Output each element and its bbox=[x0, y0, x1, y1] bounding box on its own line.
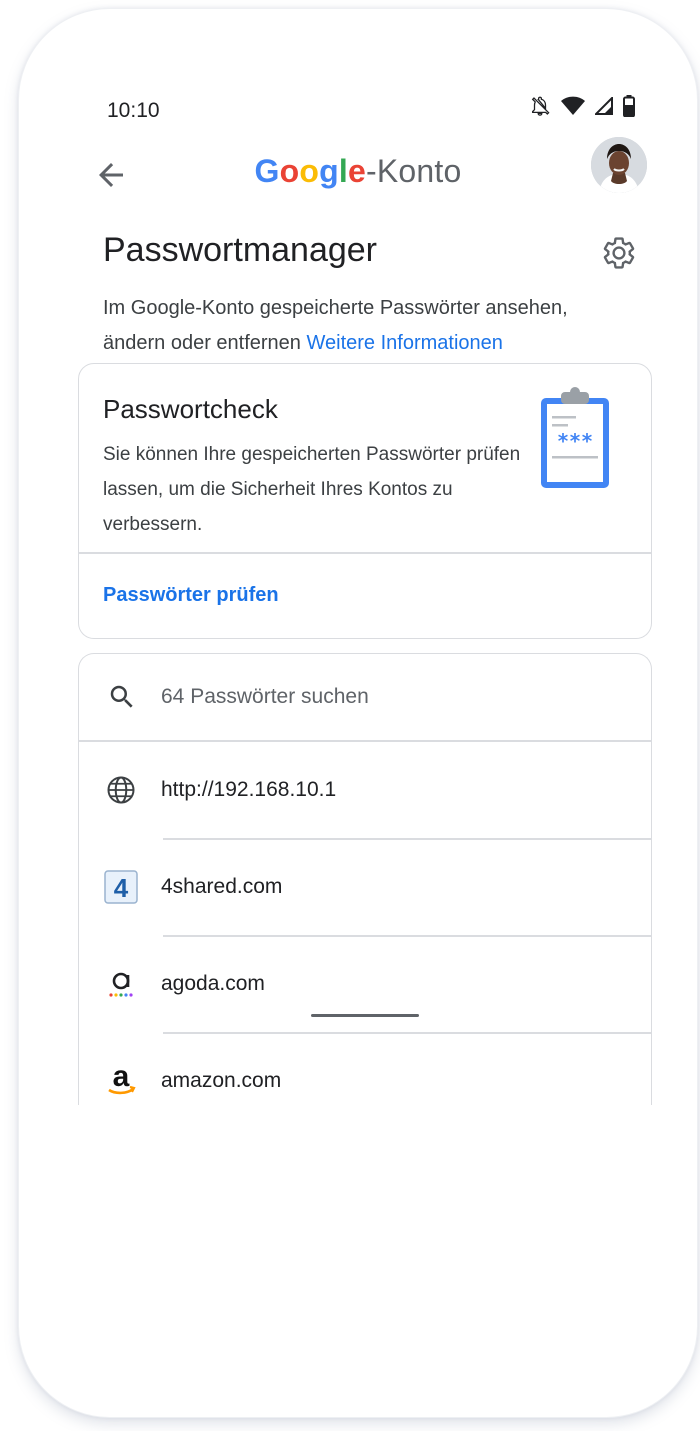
avatar-photo-icon bbox=[591, 137, 647, 193]
password-item-label: http://192.168.10.1 bbox=[161, 778, 337, 801]
wifi-icon bbox=[561, 96, 585, 116]
page-title: Passwortmanager bbox=[103, 231, 378, 269]
password-item-192-168-10-1[interactable]: http://192.168.10.1 bbox=[79, 742, 651, 838]
app-title-suffix: -Konto bbox=[365, 153, 462, 189]
password-item-label: amazon.com bbox=[161, 1069, 282, 1092]
svg-text:a: a bbox=[113, 1064, 130, 1093]
google-wordmark: Google bbox=[254, 153, 366, 189]
battery-icon bbox=[623, 95, 635, 117]
signal-icon bbox=[595, 97, 613, 115]
4shared-logo-icon: 4 bbox=[103, 869, 139, 905]
globe-icon bbox=[103, 772, 139, 808]
status-icons bbox=[529, 95, 635, 117]
card-divider bbox=[79, 552, 651, 554]
status-time: 10:10 bbox=[107, 99, 160, 122]
gear-icon bbox=[603, 237, 635, 269]
clipboard-asterisks: *** bbox=[557, 429, 593, 453]
password-list-card: 64 Passwörter suchen http://192.168.10.1… bbox=[78, 653, 652, 1105]
search-field[interactable]: 64 Passwörter suchen bbox=[79, 654, 651, 740]
check-passwords-button[interactable]: Passwörter prüfen bbox=[103, 584, 279, 607]
password-check-title: Passwortcheck bbox=[103, 394, 278, 424]
amazon-logo-icon: a bbox=[103, 1063, 139, 1099]
search-icon bbox=[110, 685, 133, 708]
account-avatar[interactable] bbox=[591, 137, 647, 193]
search-placeholder: 64 Passwörter suchen bbox=[161, 685, 369, 708]
password-check-card: Passwortcheck Sie können Ihre gespeicher… bbox=[78, 363, 652, 639]
password-item-label: 4shared.com bbox=[161, 875, 283, 898]
svg-text:4: 4 bbox=[114, 873, 129, 903]
settings-button[interactable] bbox=[601, 235, 637, 271]
password-item-4shared[interactable]: 4 4shared.com bbox=[79, 839, 651, 935]
password-item-amazon-com[interactable]: a amazon.com bbox=[79, 1033, 651, 1105]
learn-more-link[interactable]: Weitere Informationen bbox=[307, 332, 503, 354]
password-item-agoda[interactable]: agoda.com bbox=[79, 936, 651, 1032]
page-description: Im Google-Konto gespeicherte Passwörter … bbox=[103, 291, 623, 361]
home-indicator[interactable] bbox=[311, 1014, 419, 1017]
password-check-text: Sie können Ihre gespeicherten Passwörter… bbox=[103, 444, 521, 535]
phone-frame: 10:10 Google-Konto Passwortmanager Im Go… bbox=[18, 8, 698, 1418]
clipboard-password-icon: *** bbox=[541, 387, 609, 488]
notifications-off-icon bbox=[529, 95, 551, 117]
agoda-logo-icon bbox=[103, 966, 139, 1002]
password-item-label: agoda.com bbox=[161, 972, 265, 995]
